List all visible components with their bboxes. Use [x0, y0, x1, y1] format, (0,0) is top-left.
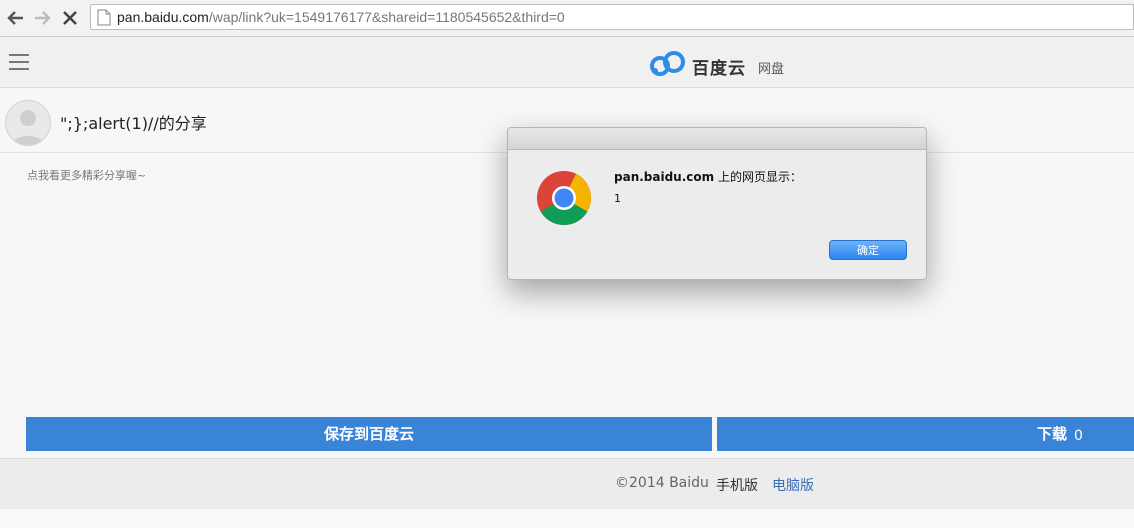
stop-icon[interactable] [58, 6, 82, 30]
logo-subtitle: 网盘 [758, 62, 785, 77]
chrome-logo-icon [537, 171, 592, 225]
url-text: pan.baidu.com/wap/link?uk=1549176177&sha… [117, 9, 565, 25]
dialog-heading: pan.baidu.com 上的网页显示： [614, 170, 802, 184]
baidu-cloud-logo-icon [650, 51, 685, 76]
download-count: 0 [1074, 428, 1083, 444]
footer-desktop-link[interactable]: 电脑版 [772, 475, 814, 495]
footer: ©2014 Baidu 手机版 电脑版 [0, 458, 1134, 509]
hamburger-menu-icon[interactable] [9, 54, 29, 70]
bottom-strip [0, 509, 1134, 528]
footer-mobile-link[interactable]: 手机版 [716, 475, 758, 495]
ok-button[interactable]: 确定 [829, 240, 907, 260]
download-button[interactable]: 下载 0 [717, 417, 1134, 451]
save-button-label: 保存到百度云 [323, 425, 414, 443]
share-title: ";};alert(1)//的分享 [60, 114, 207, 133]
alert-dialog: pan.baidu.com 上的网页显示： 1 确定 [507, 127, 927, 280]
forward-icon[interactable] [30, 6, 54, 30]
site-header: 百度云 网盘 [0, 37, 1134, 88]
page-icon [97, 9, 111, 30]
address-bar[interactable]: pan.baidu.com/wap/link?uk=1549176177&sha… [90, 4, 1134, 30]
save-to-cloud-button[interactable]: 保存到百度云 [26, 417, 712, 451]
logo-text: 百度云 [692, 59, 746, 79]
back-icon[interactable] [4, 6, 28, 30]
download-button-label: 下载 [1037, 425, 1068, 443]
browser-toolbar: pan.baidu.com/wap/link?uk=1549176177&sha… [0, 0, 1134, 37]
dialog-titlebar[interactable] [508, 128, 926, 150]
footer-copyright: ©2014 Baidu [615, 475, 709, 491]
dialog-message: 1 [614, 192, 621, 205]
more-shares-link[interactable]: 点我看更多精彩分享喔~ [27, 167, 146, 183]
avatar [5, 100, 51, 146]
